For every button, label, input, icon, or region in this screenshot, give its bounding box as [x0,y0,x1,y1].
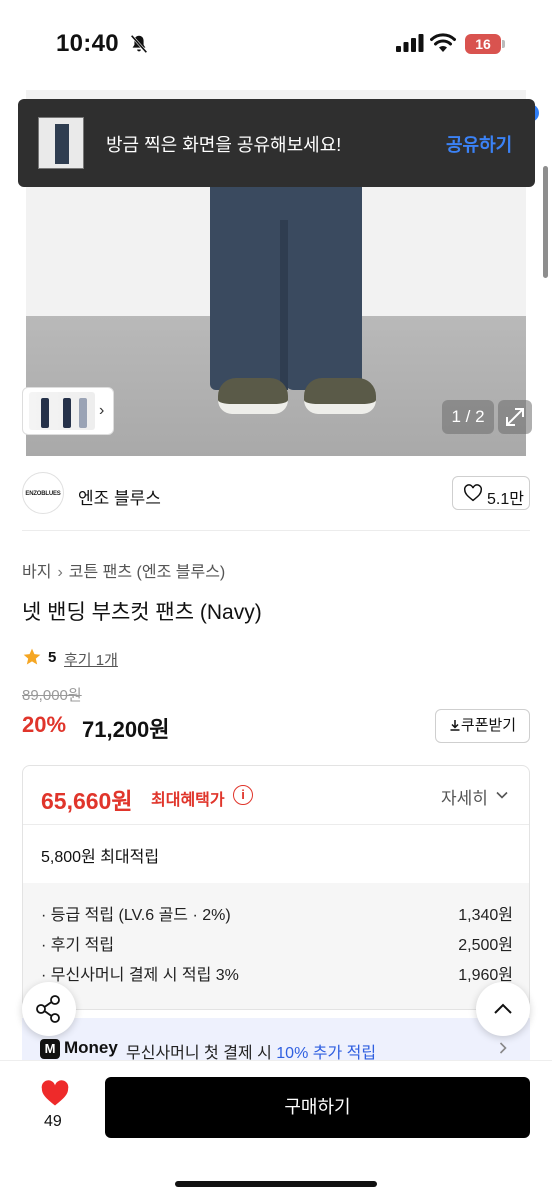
brand-like-button[interactable]: 5.1만 [452,476,530,510]
points-breakdown: · 등급 적립 (LV.6 골드 · 2%) 1,340원 · 후기 적립 2,… [23,883,529,1009]
thumbnail-figure [55,124,69,164]
brand-like-count: 5.1만 [487,491,524,508]
points-row-label: · 후기 적립 [41,937,115,954]
heart-filled-icon[interactable] [40,1079,70,1107]
pants-leg-right [284,180,362,390]
shoe-right [304,378,376,414]
thumbnail-pants-2 [63,398,71,428]
heart-outline-icon [464,484,482,502]
breadcrumb-separator: › [57,564,63,581]
signal-icon [396,34,424,52]
scroll-top-button[interactable] [476,982,530,1036]
rating-score: 5 [48,649,57,666]
pants-shadow [280,220,288,390]
thumbnail-pants-3 [79,398,87,428]
thumbnail-image [29,392,95,430]
shoe-left [218,378,288,414]
thumbnail-pants-1 [41,398,49,428]
points-row: · 후기 적립 2,500원 [41,931,513,955]
money-logo-icon: M [40,1039,60,1059]
sale-price: 71,200원 [82,717,170,742]
max-benefit-price: 65,660원 [41,788,133,814]
expand-button[interactable] [498,400,532,434]
product-title: 넷 밴딩 부츠컷 팬츠 (Navy) [22,601,262,624]
chevron-down-icon[interactable] [495,788,509,802]
breadcrumb-item[interactable]: 바지 [22,564,51,581]
screenshot-thumbnail [38,117,84,169]
share-icon [36,995,60,1023]
discount-rate: 20% [22,712,67,737]
divider [23,824,529,825]
max-points: 5,800원 최대적립 [41,849,160,866]
scroll-indicator[interactable] [543,166,548,278]
points-row-value: 2,500원 [458,937,513,954]
toast-message: 방금 찍은 화면을 공유해보세요! [106,135,342,155]
chevron-up-icon [494,1003,512,1014]
thumbnail-strip[interactable]: › [22,387,114,435]
battery-tip [502,40,505,48]
bottom-action-bar: 49 구매하기 [0,1060,552,1200]
reviews-link[interactable]: 후기 1개 [64,649,118,670]
share-toast[interactable]: 방금 찍은 화면을 공유해보세요! 공유하기 [18,99,535,187]
benefit-box: 65,660원 최대혜택가 i 자세히 5,800원 최대적립 · 등급 적립 … [22,765,530,1010]
brand-row[interactable]: ENZOBLUES 엔조 블루스 5.1만 [0,456,552,528]
money-brand: Money [64,1038,118,1057]
battery-indicator: 16 [465,34,501,54]
original-price: 89,000원 [22,687,82,704]
bell-off-icon [130,34,148,54]
points-row: · 등급 적립 (LV.6 골드 · 2%) 1,340원 [41,901,513,925]
points-row-value: 1,340원 [458,907,513,924]
wifi-icon [430,33,456,52]
buy-button[interactable]: 구매하기 [105,1077,530,1138]
max-benefit-label: 최대혜택가 [151,792,225,809]
chevron-right-icon[interactable]: › [99,402,104,420]
home-indicator [175,1181,377,1187]
share-fab[interactable] [22,982,76,1036]
info-icon[interactable]: i [233,785,253,805]
favorite-count: 49 [44,1113,62,1130]
page-indicator: 1 / 2 [442,400,494,434]
download-icon [450,720,460,731]
brand-name[interactable]: 엔조 블루스 [78,484,161,509]
expand-icon [506,408,524,426]
divider [22,530,530,531]
breadcrumb-item[interactable]: 코튼 팬츠 (엔조 블루스) [69,564,225,581]
points-row: · 무신사머니 결제 시 적립 3% 1,960원 [41,961,513,985]
share-button[interactable]: 공유하기 [446,131,512,157]
benefit-detail-toggle[interactable]: 자세히 [441,784,488,809]
pants-leg-left [210,180,284,390]
status-bar: 10:40 16 [0,0,552,90]
points-row-label: · 등급 적립 (LV.6 골드 · 2%) [41,907,231,924]
brand-logo[interactable]: ENZOBLUES [22,472,64,514]
breadcrumb: 바지 › 코튼 팬츠 (엔조 블루스) [22,558,225,582]
coupon-label: 쿠폰받기 [460,717,517,734]
chevron-right-icon [499,1042,507,1054]
coupon-button[interactable]: 쿠폰받기 [435,709,530,743]
star-icon [23,648,41,665]
status-time: 10:40 [56,30,119,57]
